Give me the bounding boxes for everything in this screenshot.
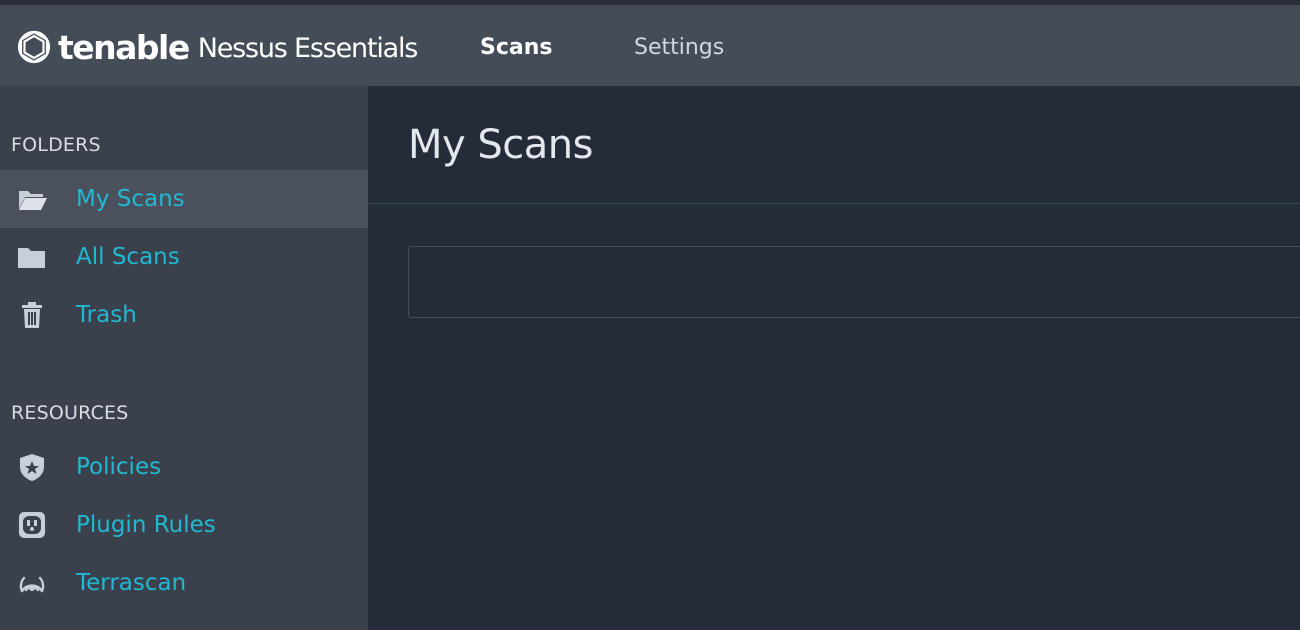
sidebar-item-my-scans[interactable]: My Scans <box>0 170 368 228</box>
shield-star-icon <box>20 454 44 481</box>
sidebar-item-terrascan[interactable]: Terrascan <box>0 554 368 612</box>
tab-settings[interactable]: Settings <box>634 33 724 63</box>
sidebar-item-policies[interactable]: Policies <box>0 438 368 496</box>
page-title: My Scans <box>408 122 593 168</box>
top-bar: tenable Nessus Essentials Scans Settings <box>0 0 1300 86</box>
plug-icon <box>19 512 45 538</box>
sidebar-item-label: Policies <box>76 454 162 480</box>
app-logo[interactable]: tenable Nessus Essentials <box>14 25 419 69</box>
radar-icon <box>19 576 45 593</box>
folder-icon <box>18 248 45 268</box>
tenable-logo-icon <box>17 30 51 64</box>
folder-open-icon <box>19 191 47 210</box>
resources-header: RESOURCES <box>11 402 129 424</box>
folders-header: FOLDERS <box>11 134 101 156</box>
sidebar-item-all-scans[interactable]: All Scans <box>0 228 368 286</box>
sidebar: FOLDERS My Scans All Scans Trash RESOURC… <box>0 86 368 630</box>
sidebar-item-label: Trash <box>76 302 137 328</box>
page-header: My Scans <box>368 86 1300 204</box>
sidebar-item-trash[interactable]: Trash <box>0 286 368 344</box>
tab-scans[interactable]: Scans <box>480 33 553 63</box>
main-content: My Scans <box>368 86 1300 630</box>
sidebar-item-label: Plugin Rules <box>76 512 216 538</box>
sidebar-item-label: All Scans <box>76 244 180 270</box>
brand-name: tenable <box>58 27 190 67</box>
scans-content-panel <box>408 246 1300 318</box>
sidebar-item-label: Terrascan <box>76 570 187 596</box>
product-name: Nessus Essentials <box>197 33 419 64</box>
sidebar-item-plugin-rules[interactable]: Plugin Rules <box>0 496 368 554</box>
trash-icon <box>22 302 42 328</box>
sidebar-item-label: My Scans <box>76 186 185 212</box>
